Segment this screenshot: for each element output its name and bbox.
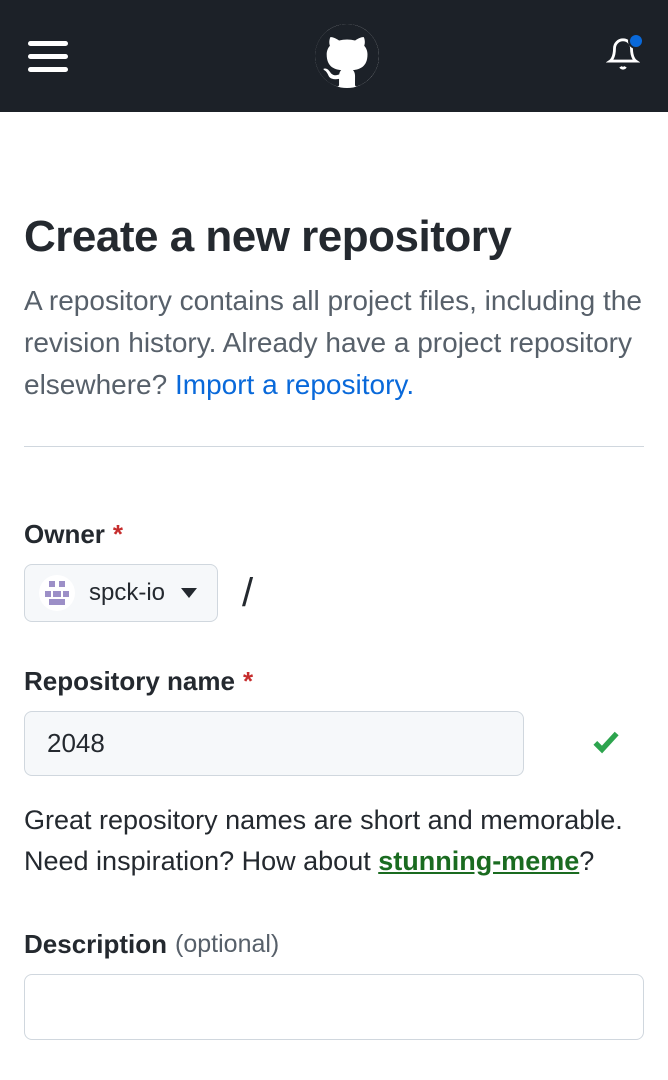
github-logo-icon[interactable] bbox=[315, 24, 379, 88]
import-repository-link[interactable]: Import a repository. bbox=[175, 369, 414, 400]
notifications-button[interactable] bbox=[606, 37, 640, 76]
owner-select-button[interactable]: spck-io bbox=[24, 564, 218, 622]
app-header bbox=[0, 0, 668, 112]
page-title: Create a new repository bbox=[24, 212, 644, 262]
required-marker: * bbox=[113, 519, 123, 550]
check-icon bbox=[590, 725, 622, 762]
owner-name: spck-io bbox=[89, 579, 165, 607]
main-content: Create a new repository A repository con… bbox=[0, 112, 668, 1080]
notification-badge bbox=[628, 33, 644, 49]
required-marker: * bbox=[243, 666, 253, 697]
optional-marker: (optional) bbox=[175, 930, 279, 959]
page-subtitle: A repository contains all project files,… bbox=[24, 280, 644, 406]
repo-name-label: Repository name * bbox=[24, 666, 644, 697]
hamburger-menu-icon[interactable] bbox=[28, 41, 68, 72]
description-label: Description (optional) bbox=[24, 929, 644, 960]
description-input[interactable] bbox=[24, 974, 644, 1040]
avatar bbox=[39, 575, 75, 611]
owner-label: Owner * bbox=[24, 519, 644, 550]
name-suggestion-link[interactable]: stunning-meme bbox=[378, 846, 579, 876]
path-separator: / bbox=[242, 571, 253, 616]
repo-name-input-wrapper bbox=[24, 711, 644, 776]
divider bbox=[24, 446, 644, 447]
repo-name-input[interactable] bbox=[24, 711, 524, 776]
caret-down-icon bbox=[181, 588, 197, 598]
name-hint-text: Great repository names are short and mem… bbox=[24, 800, 644, 881]
owner-row: spck-io / bbox=[24, 564, 644, 622]
